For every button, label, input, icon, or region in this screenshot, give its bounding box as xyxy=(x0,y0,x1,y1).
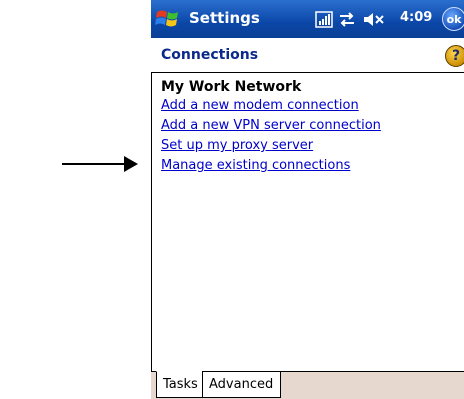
tab-bar: Tasks Advanced xyxy=(151,371,464,399)
page-title: Connections xyxy=(161,47,259,63)
setup-proxy-link[interactable]: Set up my proxy server xyxy=(161,136,461,156)
ok-button[interactable]: ok xyxy=(442,7,464,31)
help-icon[interactable]: ? xyxy=(445,45,464,67)
add-modem-connection-link[interactable]: Add a new modem connection xyxy=(161,96,461,116)
device-screen: Settings 4:09 ok Connections ? My Work N… xyxy=(151,0,464,399)
page-header: Connections ? xyxy=(151,38,464,73)
windows-flag-icon[interactable] xyxy=(153,4,183,34)
clock[interactable]: 4:09 xyxy=(400,10,432,25)
task-panel: My Work Network Add a new modem connecti… xyxy=(161,78,461,176)
tab-advanced[interactable]: Advanced xyxy=(202,371,281,398)
signal-strength-icon[interactable] xyxy=(315,11,333,28)
app-title: Settings xyxy=(189,9,260,27)
pointer-arrow-line xyxy=(62,163,126,165)
section-title: My Work Network xyxy=(161,79,302,95)
connectivity-arrows-icon[interactable] xyxy=(340,12,354,27)
title-bar: Settings 4:09 ok xyxy=(151,0,464,38)
screen-border xyxy=(151,72,152,372)
status-icons xyxy=(315,11,384,28)
tab-tasks[interactable]: Tasks xyxy=(156,371,203,398)
pointer-arrow-head xyxy=(124,156,138,172)
manage-connections-link[interactable]: Manage existing connections xyxy=(161,156,461,176)
add-vpn-connection-link[interactable]: Add a new VPN server connection xyxy=(161,116,461,136)
volume-muted-icon[interactable] xyxy=(364,13,384,26)
